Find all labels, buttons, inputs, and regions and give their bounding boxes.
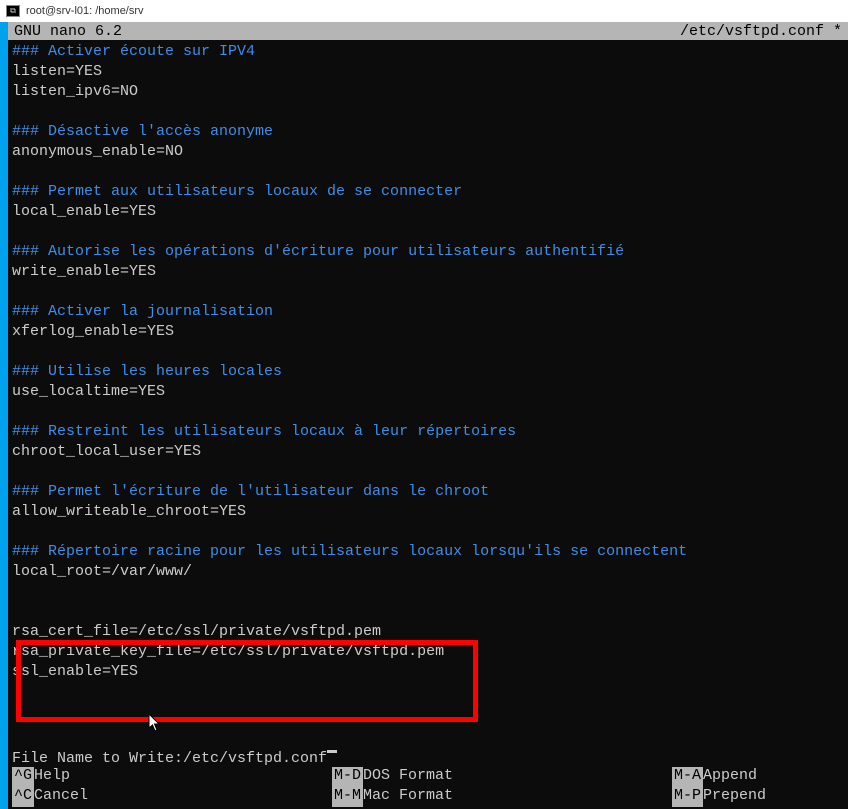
shortcut-key[interactable]: M-A xyxy=(672,767,703,787)
nano-header: GNU nano 6.2 /etc/vsftpd.conf * xyxy=(8,22,848,40)
config-line: rsa_cert_file=/etc/ssl/private/vsftpd.pe… xyxy=(12,623,381,640)
nano-filename: /etc/vsftpd.conf * xyxy=(680,23,842,40)
shortcut-label: Cancel xyxy=(34,787,88,807)
config-line: listen=YES xyxy=(12,63,102,80)
comment-line: ### Autorise les opérations d'écriture p… xyxy=(12,243,624,260)
text-cursor xyxy=(327,750,337,753)
config-line: ssl_enable=YES xyxy=(12,663,138,680)
shortcut-key[interactable]: M-P xyxy=(672,787,703,807)
shortcut-label: Append xyxy=(703,767,757,787)
comment-line: ### Répertoire racine pour les utilisate… xyxy=(12,543,687,560)
nano-prompt-label: File Name to Write: xyxy=(12,750,183,767)
nano-shortcut-bar: ^G Help M-D DOS Format M-A Append ^C Can… xyxy=(8,767,848,807)
nano-prompt-value[interactable]: /etc/vsftpd.conf xyxy=(183,750,327,767)
comment-line: ### Permet l'écriture de l'utilisateur d… xyxy=(12,483,489,500)
config-line: write_enable=YES xyxy=(12,263,156,280)
shortcut-label: Mac Format xyxy=(363,787,453,807)
shortcut-key[interactable]: M-D xyxy=(332,767,363,787)
shortcut-key[interactable]: M-M xyxy=(332,787,363,807)
config-line: use_localtime=YES xyxy=(12,383,165,400)
shortcut-label: Prepend xyxy=(703,787,766,807)
shortcut-label: DOS Format xyxy=(363,767,453,787)
comment-line: ### Restreint les utilisateurs locaux à … xyxy=(12,423,516,440)
config-line: chroot_local_user=YES xyxy=(12,443,201,460)
config-line: listen_ipv6=NO xyxy=(12,83,138,100)
terminal-app-icon: ⧉ xyxy=(6,5,20,17)
editor-body[interactable]: ### Activer écoute sur IPV4 listen=YES l… xyxy=(8,40,848,682)
comment-line: ### Permet aux utilisateurs locaux de se… xyxy=(12,183,462,200)
window-titlebar: ⧉ root@srv-l01: /home/srv xyxy=(0,0,848,22)
config-line: rsa_private_key_file=/etc/ssl/private/vs… xyxy=(12,643,444,660)
window-title-text: root@srv-l01: /home/srv xyxy=(26,5,144,17)
shortcut-key[interactable]: ^G xyxy=(12,767,34,787)
comment-line: ### Activer écoute sur IPV4 xyxy=(12,43,255,60)
nano-version: GNU nano 6.2 xyxy=(14,23,122,40)
config-line: local_enable=YES xyxy=(12,203,156,220)
terminal[interactable]: GNU nano 6.2 /etc/vsftpd.conf * ### Acti… xyxy=(0,22,848,809)
config-line: xferlog_enable=YES xyxy=(12,323,174,340)
shortcut-label: Help xyxy=(34,767,70,787)
shortcut-key[interactable]: ^C xyxy=(12,787,34,807)
comment-line: ### Désactive l'accès anonyme xyxy=(12,123,273,140)
config-line: anonymous_enable=NO xyxy=(12,143,183,160)
comment-line: ### Activer la journalisation xyxy=(12,303,273,320)
comment-line: ### Utilise les heures locales xyxy=(12,363,282,380)
config-line: allow_writeable_chroot=YES xyxy=(12,503,246,520)
shortcut-row: ^C Cancel M-M Mac Format M-P Prepend xyxy=(12,787,844,807)
nano-prompt[interactable]: File Name to Write: /etc/vsftpd.conf xyxy=(8,750,848,767)
config-line: local_root=/var/www/ xyxy=(12,563,192,580)
mouse-cursor-icon xyxy=(148,714,162,732)
shortcut-row: ^G Help M-D DOS Format M-A Append xyxy=(12,767,844,787)
